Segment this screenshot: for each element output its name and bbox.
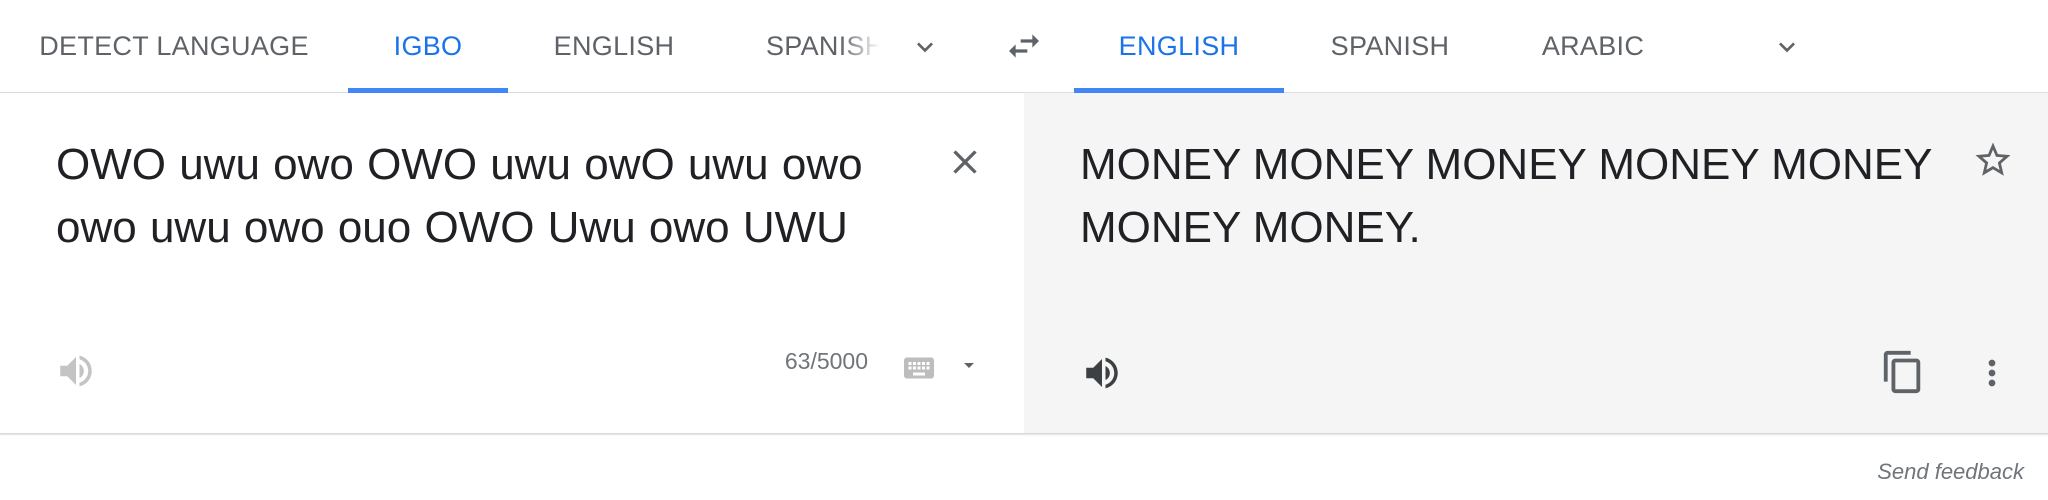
copy-icon <box>1883 350 1921 394</box>
language-bar: DETECT LANGUAGE IGBO ENGLISH SPANISH ENG… <box>0 0 2048 93</box>
target-panel: MONEY MONEY MONEY MONEY MONEY MONEY MONE… <box>1024 93 2048 433</box>
panels-bottom-shadow <box>0 433 2048 436</box>
listen-translation-button[interactable] <box>1078 349 1126 397</box>
star-icon <box>1975 142 2011 176</box>
tab-target-english[interactable]: ENGLISH <box>1074 0 1284 93</box>
tab-label: ARABIC <box>1541 30 1645 61</box>
keyboard-icon <box>904 357 934 379</box>
speaker-icon <box>60 355 92 387</box>
chevron-down-icon <box>1779 42 1795 53</box>
caret-down-icon <box>964 363 974 368</box>
more-vert-icon <box>1988 359 1996 387</box>
tab-source-english[interactable]: ENGLISH <box>540 0 688 92</box>
copy-translation-button[interactable] <box>1878 347 1928 397</box>
input-tools-menu-button[interactable] <box>953 349 985 381</box>
tab-target-spanish[interactable]: SPANISH <box>1310 0 1470 92</box>
more-options-button[interactable] <box>1972 349 2012 397</box>
target-more-languages-button[interactable] <box>1762 22 1812 72</box>
source-panel: OWO uwu owo OWO uwu owO uwu owo owo uwu … <box>0 93 1024 433</box>
chevron-down-icon <box>917 42 933 53</box>
clear-source-button[interactable] <box>940 137 990 187</box>
tab-source-spanish[interactable]: SPANISH <box>766 0 880 92</box>
tab-label: ENGLISH <box>553 30 675 61</box>
translate-widget: DETECT LANGUAGE IGBO ENGLISH SPANISH ENG… <box>0 0 2048 500</box>
speaker-icon <box>1086 357 1118 389</box>
swap-languages-button[interactable] <box>998 20 1050 72</box>
translation-output: MONEY MONEY MONEY MONEY MONEY MONEY MONE… <box>1080 140 1932 252</box>
swap-arrows-icon <box>1009 34 1039 58</box>
tab-source-igbo[interactable]: IGBO <box>348 0 508 93</box>
character-count: 63/5000 <box>784 348 868 374</box>
tab-detect-language[interactable]: DETECT LANGUAGE <box>28 0 320 92</box>
tab-label: SPANISH <box>1330 30 1450 61</box>
source-more-languages-button[interactable] <box>900 22 950 72</box>
source-input[interactable]: OWO uwu owo OWO uwu owO uwu owo owo uwu … <box>56 133 926 259</box>
tab-label: SPANISH <box>766 30 880 61</box>
send-feedback-link[interactable]: Send feedback <box>1877 459 2024 485</box>
input-tools-keyboard-button[interactable] <box>898 347 940 389</box>
tab-label: DETECT LANGUAGE <box>39 30 309 61</box>
tab-target-arabic[interactable]: ARABIC <box>1512 0 1674 92</box>
save-translation-button[interactable] <box>1968 135 2018 185</box>
close-icon <box>953 150 977 174</box>
tab-label: IGBO <box>393 30 463 61</box>
listen-source-button[interactable] <box>52 347 100 395</box>
tab-label: ENGLISH <box>1118 30 1240 61</box>
